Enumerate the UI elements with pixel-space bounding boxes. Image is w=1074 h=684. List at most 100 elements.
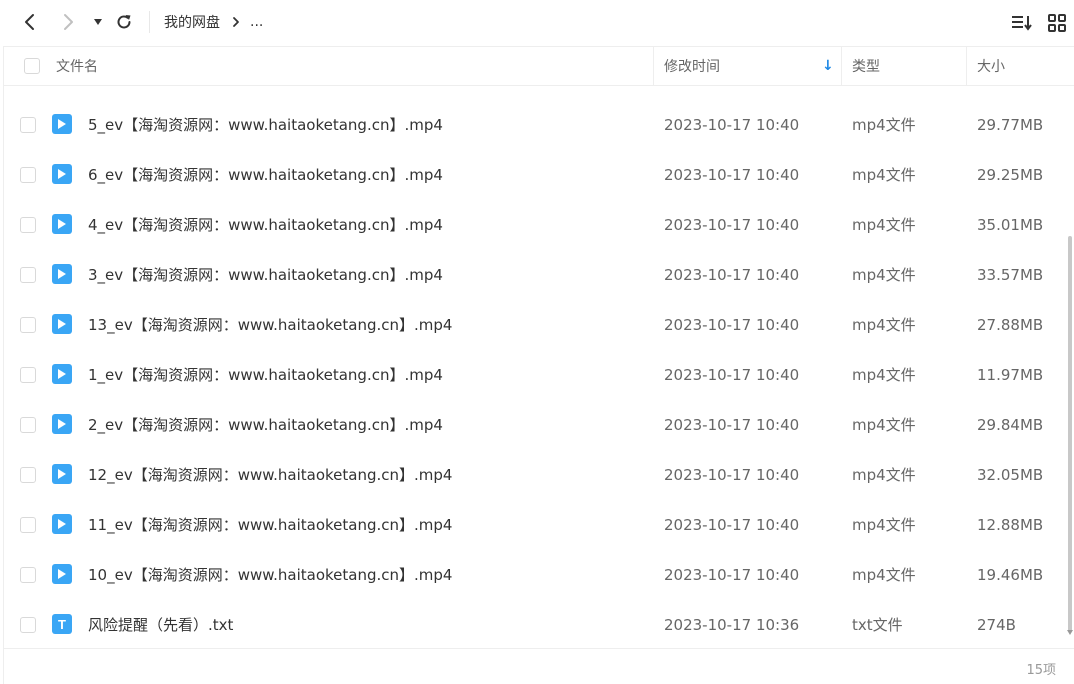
file-modified-time: 2023-10-17 10:40 <box>664 416 800 434</box>
video-file-icon <box>52 364 72 384</box>
refresh-icon <box>117 15 131 29</box>
video-file-icon <box>52 264 72 284</box>
row-checkbox[interactable] <box>20 417 36 433</box>
file-size: 29.25MB <box>977 166 1044 184</box>
scroll-down-arrow-icon[interactable] <box>1067 630 1073 635</box>
file-type: mp4文件 <box>852 566 916 584</box>
back-button[interactable] <box>18 10 42 34</box>
file-name[interactable]: 1_ev【海淘资源网：www.haitaoketang.cn】.mp4 <box>88 350 443 400</box>
video-file-icon <box>52 514 72 534</box>
text-file-icon: T <box>52 614 72 634</box>
file-modified-time: 2023-10-17 10:40 <box>664 316 800 334</box>
breadcrumb: 我的网盘 ... <box>164 12 263 32</box>
row-checkbox[interactable] <box>20 167 36 183</box>
file-name[interactable]: 6_ev【海淘资源网：www.haitaoketang.cn】.mp4 <box>88 150 443 200</box>
sort-descending-icon[interactable]: ↓ <box>822 47 834 85</box>
file-modified-time: 2023-10-17 10:40 <box>664 516 800 534</box>
file-type: txt文件 <box>852 616 903 634</box>
file-modified-time: 2023-10-17 10:40 <box>664 466 800 484</box>
file-name[interactable]: 2_ev【海淘资源网：www.haitaoketang.cn】.mp4 <box>88 400 443 450</box>
column-divider <box>841 47 842 85</box>
column-divider <box>653 47 654 85</box>
select-all-checkbox[interactable] <box>24 58 40 74</box>
status-bar: 15项 <box>4 648 1074 684</box>
row-checkbox[interactable] <box>20 467 36 483</box>
table-row[interactable]: 1_ev【海淘资源网：www.haitaoketang.cn】.mp4 2023-… <box>4 350 1064 400</box>
column-divider <box>966 47 967 85</box>
file-type: mp4文件 <box>852 366 916 384</box>
table-row[interactable] <box>4 86 1064 94</box>
scrollbar-thumb[interactable] <box>1068 236 1072 632</box>
file-name[interactable]: 13_ev【海淘资源网：www.haitaoketang.cn】.mp4 <box>88 300 452 350</box>
row-checkbox[interactable] <box>20 617 36 633</box>
grid-view-button[interactable] <box>1046 12 1068 34</box>
caret-down-icon <box>94 19 102 25</box>
file-type: mp4文件 <box>852 266 916 284</box>
row-checkbox[interactable] <box>20 117 36 133</box>
breadcrumb-chevron-icon <box>230 16 242 28</box>
table-row[interactable]: 3_ev【海淘资源网：www.haitaoketang.cn】.mp4 2023-… <box>4 250 1064 300</box>
table-row[interactable]: 10_ev【海淘资源网：www.haitaoketang.cn】.mp4 2023… <box>4 550 1064 600</box>
breadcrumb-more[interactable]: ... <box>250 14 263 30</box>
file-modified-time: 2023-10-17 10:40 <box>664 266 800 284</box>
file-type: mp4文件 <box>852 516 916 534</box>
forward-button[interactable] <box>56 10 80 34</box>
table-row[interactable]: 4_ev【海淘资源网：www.haitaoketang.cn】.mp4 2023-… <box>4 200 1064 250</box>
breadcrumb-root[interactable]: 我的网盘 <box>164 12 220 32</box>
file-modified-time: 2023-10-17 10:36 <box>664 616 800 634</box>
toolbar: 我的网盘 ... <box>0 0 1074 44</box>
file-size: 35.01MB <box>977 216 1044 234</box>
file-name[interactable]: 12_ev【海淘资源网：www.haitaoketang.cn】.mp4 <box>88 450 452 500</box>
sort-button[interactable] <box>1010 12 1034 34</box>
header-name[interactable]: 文件名 <box>56 47 98 85</box>
history-dropdown-button[interactable] <box>86 10 110 34</box>
file-type: mp4文件 <box>852 416 916 434</box>
video-file-icon <box>52 114 72 134</box>
row-checkbox[interactable] <box>20 217 36 233</box>
header-type[interactable]: 类型 <box>852 47 880 85</box>
file-size: 29.77MB <box>977 116 1044 134</box>
refresh-button[interactable] <box>112 10 136 34</box>
row-checkbox[interactable] <box>20 517 36 533</box>
header-modified[interactable]: 修改时间 <box>664 47 720 85</box>
toolbar-divider <box>149 11 150 33</box>
file-size: 27.88MB <box>977 316 1044 334</box>
chevron-right-icon <box>64 14 73 30</box>
grid-icon <box>1048 14 1066 32</box>
table-row[interactable]: 12_ev【海淘资源网：www.haitaoketang.cn】.mp4 2023… <box>4 450 1064 500</box>
file-modified-time: 2023-10-17 10:40 <box>664 116 800 134</box>
row-checkbox[interactable] <box>20 317 36 333</box>
file-size: 33.57MB <box>977 266 1044 284</box>
file-name[interactable]: 3_ev【海淘资源网：www.haitaoketang.cn】.mp4 <box>88 250 443 300</box>
chevron-left-icon <box>25 14 34 30</box>
row-checkbox[interactable] <box>20 367 36 383</box>
file-list: 5_ev【海淘资源网：www.haitaoketang.cn】.mp4 2023-… <box>4 86 1064 648</box>
table-row[interactable]: 5_ev【海淘资源网：www.haitaoketang.cn】.mp4 2023-… <box>4 100 1064 150</box>
table-row[interactable]: T 风险提醒（先看）.txt 2023-10-17 10:36 txt文件 274B <box>4 600 1064 648</box>
file-modified-time: 2023-10-17 10:40 <box>664 166 800 184</box>
table-row[interactable]: 6_ev【海淘资源网：www.haitaoketang.cn】.mp4 2023-… <box>4 150 1064 200</box>
file-name[interactable]: 4_ev【海淘资源网：www.haitaoketang.cn】.mp4 <box>88 200 443 250</box>
file-manager-window: 我的网盘 ... 文件名 修改时间 ↓ 类型 大小 5_ev【海淘资源网：www… <box>0 0 1074 684</box>
file-size: 274B <box>977 616 1016 634</box>
file-name[interactable]: 11_ev【海淘资源网：www.haitaoketang.cn】.mp4 <box>88 500 452 550</box>
row-checkbox[interactable] <box>20 567 36 583</box>
file-list-header: 文件名 修改时间 ↓ 类型 大小 <box>4 46 1074 86</box>
file-type: mp4文件 <box>852 316 916 334</box>
file-size: 12.88MB <box>977 516 1044 534</box>
file-modified-time: 2023-10-17 10:40 <box>664 216 800 234</box>
item-count: 15项 <box>1026 663 1056 678</box>
table-row[interactable]: 11_ev【海淘资源网：www.haitaoketang.cn】.mp4 2023… <box>4 500 1064 550</box>
sort-list-icon <box>1012 16 1032 31</box>
scrollbar[interactable] <box>1067 86 1074 648</box>
video-file-icon <box>52 164 72 184</box>
table-row[interactable]: 2_ev【海淘资源网：www.haitaoketang.cn】.mp4 2023-… <box>4 400 1064 450</box>
file-name[interactable]: 5_ev【海淘资源网：www.haitaoketang.cn】.mp4 <box>88 100 443 150</box>
file-name[interactable]: 10_ev【海淘资源网：www.haitaoketang.cn】.mp4 <box>88 550 452 600</box>
row-checkbox[interactable] <box>20 267 36 283</box>
video-file-icon <box>52 314 72 334</box>
table-row[interactable]: 13_ev【海淘资源网：www.haitaoketang.cn】.mp4 2023… <box>4 300 1064 350</box>
file-size: 32.05MB <box>977 466 1044 484</box>
file-name[interactable]: 风险提醒（先看）.txt <box>88 600 233 648</box>
header-size[interactable]: 大小 <box>977 47 1005 85</box>
